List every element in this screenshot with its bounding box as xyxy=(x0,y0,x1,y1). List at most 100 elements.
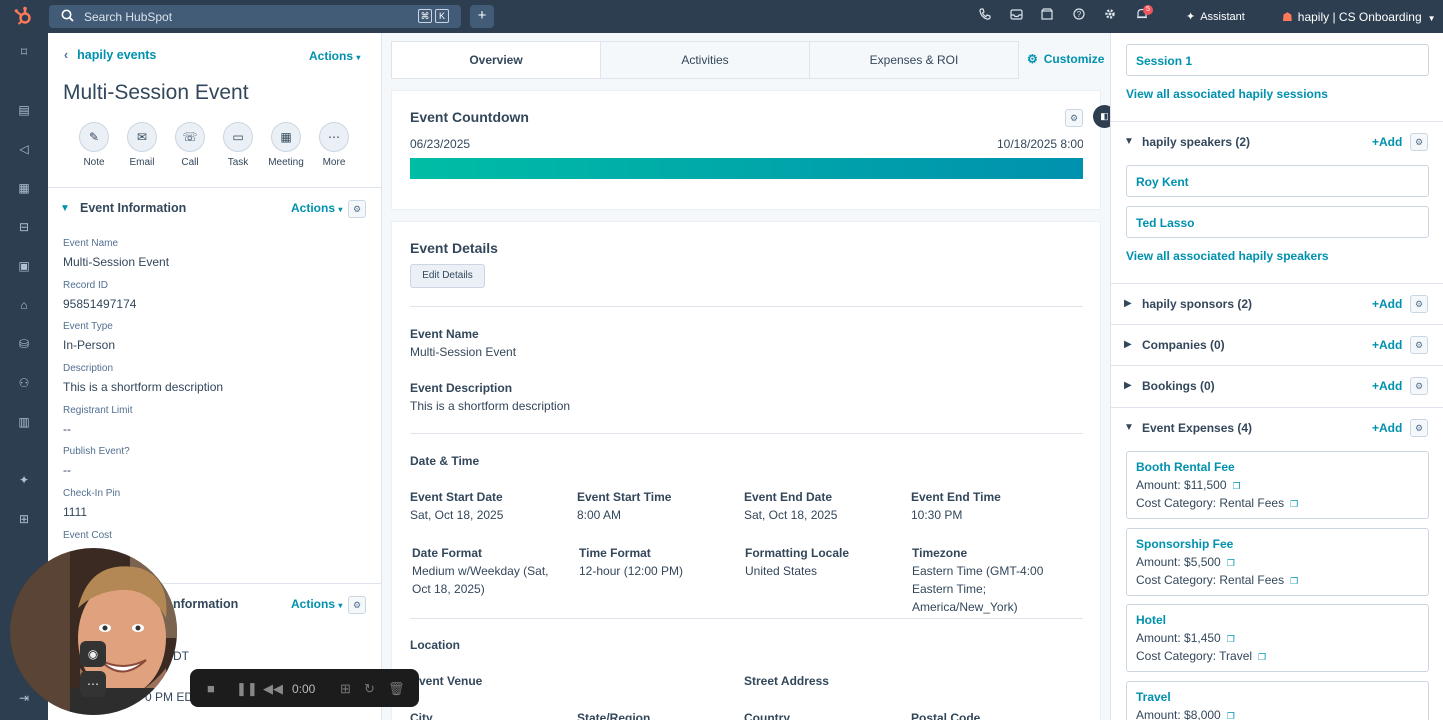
tab-expenses-roi[interactable]: Expenses & ROI xyxy=(810,42,1018,78)
property-event-name[interactable]: Event Name Multi-Session Event xyxy=(63,238,169,269)
speaker-name-link[interactable]: Roy Kent xyxy=(1136,175,1189,189)
phone-icon[interactable] xyxy=(977,8,993,23)
expense-name-link[interactable]: Sponsorship Fee xyxy=(1136,537,1233,551)
property-publish-event[interactable]: Publish Event? -- xyxy=(63,446,130,477)
record-actions-dropdown[interactable]: Actions ▾ xyxy=(309,49,360,63)
stop-recording-icon[interactable]: ■ xyxy=(207,681,215,696)
section-actions-dropdown[interactable]: Actions ▾ xyxy=(291,201,342,215)
account-menu[interactable]: ☗ hapily | CS Onboarding ▼ xyxy=(1282,10,1436,24)
create-new-button[interactable]: + xyxy=(470,5,494,28)
property-event-type[interactable]: Event Type In-Person xyxy=(63,321,115,352)
view-all-sessions-link[interactable]: View all associated hapily sessions xyxy=(1126,87,1328,101)
companies-section-header[interactable]: ▶ Companies (0) +Add ⚙ xyxy=(1111,324,1443,365)
section-settings-gear-icon[interactable]: ⚙ xyxy=(1410,133,1428,151)
ai-sparkle-icon[interactable]: ✦ xyxy=(14,473,34,489)
section-actions-dropdown[interactable]: Actions ▾ xyxy=(291,597,342,611)
service-icon[interactable]: ▣ xyxy=(14,259,34,275)
reporting-icon[interactable]: ▥ xyxy=(14,415,34,431)
expense-name-link[interactable]: Hotel xyxy=(1136,613,1166,627)
property-event-cost[interactable]: Event Cost xyxy=(63,530,112,547)
expense-card[interactable]: Hotel Amount: $1,450 ❐ Cost Category: Tra… xyxy=(1126,604,1429,672)
section-settings-gear-icon[interactable]: ⚙ xyxy=(1410,336,1428,354)
note-action[interactable]: ✎ Note xyxy=(70,122,118,168)
webcam-preview[interactable]: ◉ ⋯ xyxy=(10,548,177,715)
app-grid-icon[interactable]: ⊞ xyxy=(14,512,34,528)
content-icon[interactable]: ⌂ xyxy=(14,298,34,314)
search-input[interactable]: Search HubSpot ⌘ K xyxy=(49,5,461,28)
sales-icon[interactable]: ▦ xyxy=(14,181,34,197)
grid-icon[interactable]: ⊞ xyxy=(340,681,351,697)
copy-icon[interactable]: ❐ xyxy=(1290,499,1298,509)
customize-button[interactable]: ⚙ Customize xyxy=(1027,52,1104,66)
add-expense-button[interactable]: +Add xyxy=(1372,421,1402,435)
assistant-button[interactable]: ✦ Assistant xyxy=(1186,10,1245,23)
webcam-options-icon[interactable]: ⋯ xyxy=(80,671,106,697)
event-information-section-header[interactable]: ▼ Event Information Actions ▾ ⚙ xyxy=(48,187,381,227)
property-check-in-pin[interactable]: Check-In Pin 1111 xyxy=(63,488,120,519)
association-card-session[interactable]: Session 1 xyxy=(1126,44,1429,76)
view-all-speakers-link[interactable]: View all associated hapily speakers xyxy=(1126,249,1329,263)
meeting-action[interactable]: ▦ Meeting xyxy=(262,122,310,168)
section-settings-gear-icon[interactable]: ⚙ xyxy=(1410,377,1428,395)
copy-icon[interactable]: ❐ xyxy=(1227,711,1235,720)
add-speaker-button[interactable]: +Add xyxy=(1372,135,1402,149)
section-settings-gear-icon[interactable]: ⚙ xyxy=(1410,419,1428,437)
expense-card[interactable]: Booth Rental Fee Amount: $11,500 ❐ Cost C… xyxy=(1126,451,1429,519)
hubspot-logo-icon[interactable] xyxy=(14,6,32,31)
copy-icon[interactable]: ❐ xyxy=(1290,576,1298,586)
marketplace-icon[interactable] xyxy=(1039,8,1055,23)
section-settings-gear-icon[interactable]: ⚙ xyxy=(348,200,366,218)
bookmarks-icon[interactable]: ⌑ xyxy=(14,45,34,61)
more-action[interactable]: ⋯ More xyxy=(310,122,358,168)
property-description[interactable]: Description This is a shortform descripti… xyxy=(63,363,223,394)
association-card-speaker[interactable]: Ted Lasso xyxy=(1126,206,1429,238)
call-action[interactable]: ☏ Call xyxy=(166,122,214,168)
sparkle-icon: ✦ xyxy=(1186,11,1196,23)
edit-details-button[interactable]: Edit Details xyxy=(410,264,485,288)
copy-icon[interactable]: ❐ xyxy=(1227,558,1235,568)
speakers-section-header[interactable]: ▼ hapily speakers (2) +Add ⚙ xyxy=(1111,121,1443,162)
section-settings-gear-icon[interactable]: ⚙ xyxy=(348,596,366,614)
expense-name-link[interactable]: Booth Rental Fee xyxy=(1136,460,1235,474)
expand-sidebar-icon[interactable]: ⇥ xyxy=(14,691,34,707)
section-settings-gear-icon[interactable]: ⚙ xyxy=(1410,295,1428,313)
tab-activities[interactable]: Activities xyxy=(601,42,810,78)
copy-icon[interactable]: ❐ xyxy=(1258,652,1266,662)
copy-icon[interactable]: ❐ xyxy=(1227,634,1235,644)
association-card-speaker[interactable]: Roy Kent xyxy=(1126,165,1429,197)
back-link[interactable]: ‹ hapily events xyxy=(64,48,156,62)
task-icon: ▭ xyxy=(223,122,253,152)
data-management-icon[interactable]: ⛁ xyxy=(14,337,34,353)
speaker-name-link[interactable]: Ted Lasso xyxy=(1136,216,1194,230)
property-label: Check-In Pin xyxy=(63,488,121,499)
add-company-button[interactable]: +Add xyxy=(1372,338,1402,352)
expense-name-link[interactable]: Travel xyxy=(1136,690,1171,704)
add-sponsor-button[interactable]: +Add xyxy=(1372,297,1402,311)
tab-overview[interactable]: Overview xyxy=(392,42,601,78)
session-name-link[interactable]: Session 1 xyxy=(1136,54,1192,68)
contacts-icon[interactable]: ▤ xyxy=(14,103,34,119)
settings-gear-icon[interactable] xyxy=(1102,8,1118,23)
task-action[interactable]: ▭ Task xyxy=(214,122,262,168)
add-booking-button[interactable]: +Add xyxy=(1372,379,1402,393)
automation-icon[interactable]: ⚇ xyxy=(14,376,34,392)
bookings-section-header[interactable]: ▶ Bookings (0) +Add ⚙ xyxy=(1111,365,1443,406)
property-registrant-limit[interactable]: Registrant Limit -- xyxy=(63,405,132,436)
email-action[interactable]: ✉ Email xyxy=(118,122,166,168)
expense-card[interactable]: Sponsorship Fee Amount: $5,500 ❐ Cost Cat… xyxy=(1126,528,1429,596)
inbox-icon[interactable] xyxy=(1008,8,1024,23)
sponsors-section-header[interactable]: ▶ hapily sponsors (2) +Add ⚙ xyxy=(1111,283,1443,324)
rewind-icon[interactable]: ◀◀ xyxy=(263,681,283,697)
card-settings-gear-icon[interactable]: ⚙ xyxy=(1065,109,1083,127)
expenses-section-header[interactable]: ▼ Event Expenses (4) +Add ⚙ xyxy=(1111,407,1443,448)
trash-icon[interactable]: 🗑 xyxy=(388,681,405,697)
help-icon[interactable]: ? xyxy=(1071,8,1087,23)
marketing-icon[interactable]: ◁ xyxy=(14,142,34,158)
camera-snapshot-icon[interactable]: ◉ xyxy=(80,641,106,667)
copy-icon[interactable]: ❐ xyxy=(1233,481,1241,491)
pause-recording-icon[interactable]: ❚❚ xyxy=(236,681,258,697)
commerce-icon[interactable]: ⊟ xyxy=(14,220,34,236)
property-record-id[interactable]: Record ID 95851497174 xyxy=(63,280,136,311)
expense-card[interactable]: Travel Amount: $8,000 ❐ xyxy=(1126,681,1429,720)
refresh-icon[interactable]: ↻ xyxy=(364,681,375,697)
